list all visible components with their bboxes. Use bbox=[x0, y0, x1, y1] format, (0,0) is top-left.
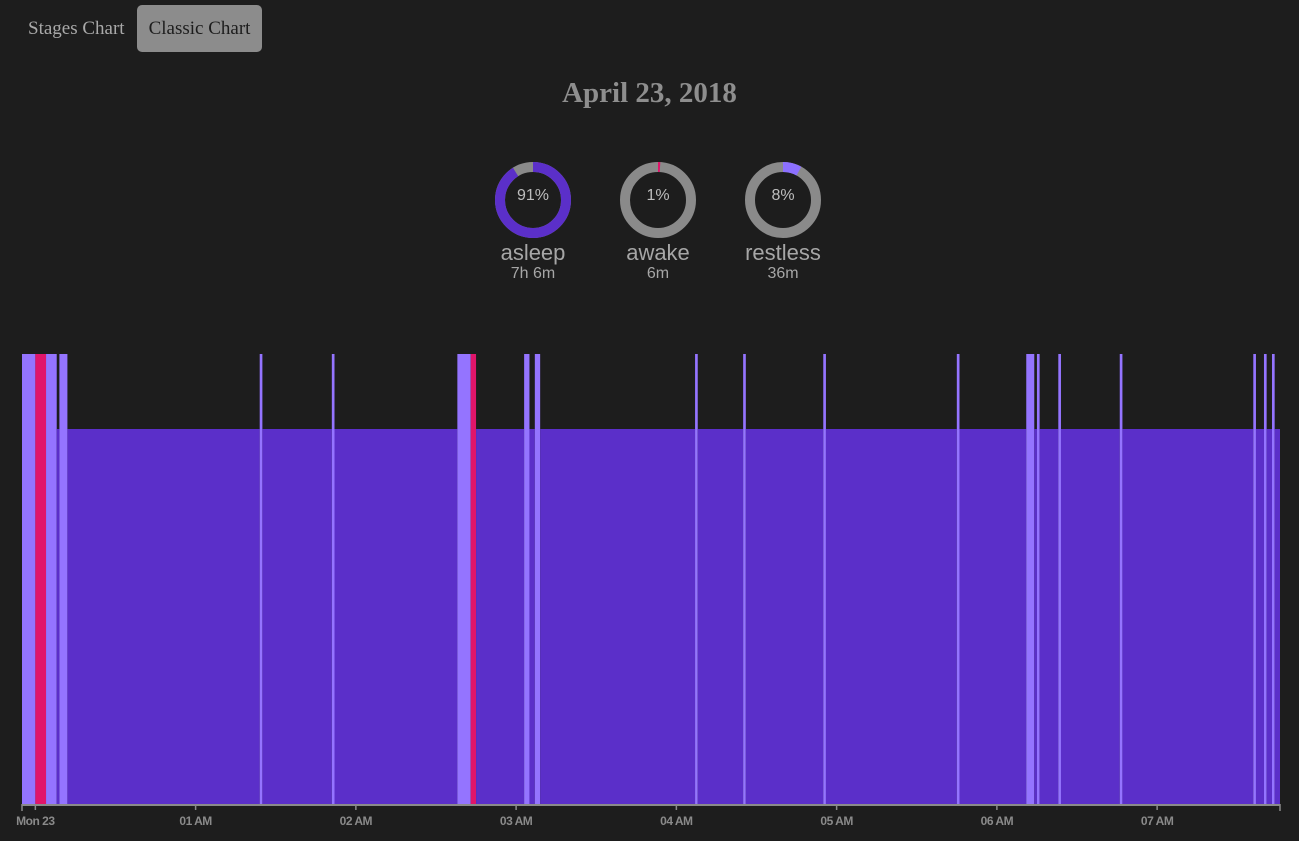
x-tick-label: Mon 23 bbox=[16, 814, 55, 828]
asleep-percent: 91% bbox=[516, 187, 550, 204]
sleep-classic-chart: Mon 23 01 AM 02 AM 03 AM 04 AM 05 AM 06 AM 07 A… bbox=[16, 354, 1281, 828]
segment-asleep bbox=[1039, 429, 1059, 804]
restless-percent: 8% bbox=[771, 187, 795, 204]
stat-asleep: 91% asleep 7h 6m bbox=[463, 160, 603, 283]
segment-asleep bbox=[1274, 429, 1280, 804]
x-tick-label: 05 AM bbox=[820, 814, 853, 828]
x-tick-label: 07 AM bbox=[1141, 814, 1174, 828]
awake-percent: 1% bbox=[646, 187, 670, 204]
segment-restless bbox=[743, 354, 746, 804]
segment-asleep bbox=[1255, 429, 1264, 804]
segment-restless bbox=[331, 354, 335, 804]
segment-asleep bbox=[529, 429, 535, 804]
segment-restless bbox=[259, 354, 263, 804]
segment-asleep bbox=[1122, 429, 1254, 804]
segment-restless bbox=[1271, 354, 1275, 804]
segment-asleep bbox=[959, 429, 1027, 804]
restless-label: restless bbox=[745, 240, 821, 265]
segment-asleep bbox=[1060, 429, 1120, 804]
segment-awake bbox=[35, 354, 47, 804]
segment-restless bbox=[46, 354, 57, 804]
awake-label: awake bbox=[626, 240, 690, 265]
tab-stages-chart[interactable]: Stages Chart bbox=[16, 5, 137, 52]
segment-awake bbox=[470, 354, 477, 804]
segment-restless bbox=[1263, 354, 1267, 804]
segment-asleep bbox=[334, 429, 458, 804]
segment-asleep bbox=[1034, 429, 1037, 804]
asleep-label: asleep bbox=[500, 240, 566, 265]
segment-asleep bbox=[825, 429, 957, 804]
segment-restless bbox=[59, 354, 68, 804]
segment-restless bbox=[524, 354, 530, 804]
chart-type-tabs: Stages Chart Classic Chart bbox=[16, 5, 263, 52]
segment-restless bbox=[956, 354, 960, 804]
awake-duration: 6m bbox=[646, 265, 670, 282]
restless-duration: 36m bbox=[767, 265, 799, 282]
x-tick-label: 04 AM bbox=[660, 814, 693, 828]
segment-asleep bbox=[476, 429, 525, 804]
segment-restless bbox=[695, 354, 698, 804]
segment-restless bbox=[534, 354, 541, 804]
x-tick-label: 02 AM bbox=[340, 814, 373, 828]
segment-restless bbox=[22, 354, 36, 804]
x-tick-label: 01 AM bbox=[179, 814, 212, 828]
x-tick-label: 06 AM bbox=[981, 814, 1014, 828]
segment-asleep bbox=[56, 429, 60, 804]
segment-asleep bbox=[262, 429, 332, 804]
segment-restless bbox=[1253, 354, 1256, 804]
segment-restless bbox=[1119, 354, 1123, 804]
segment-asleep bbox=[697, 429, 744, 804]
segment-restless bbox=[457, 354, 471, 804]
segment-restless bbox=[823, 354, 826, 804]
asleep-duration: 7h 6m bbox=[510, 265, 556, 282]
stat-restless: 8% restless 36m bbox=[713, 160, 853, 283]
segment-restless bbox=[1036, 354, 1040, 804]
page-title: April 23, 2018 bbox=[562, 77, 737, 109]
segment-restless bbox=[1058, 354, 1061, 804]
segment-asleep bbox=[1266, 429, 1272, 804]
stat-awake: 1% awake 6m bbox=[588, 160, 728, 283]
segment-restless bbox=[1026, 354, 1035, 804]
x-tick-label: 03 AM bbox=[500, 814, 533, 828]
segment-asleep bbox=[540, 429, 696, 804]
tab-classic-chart[interactable]: Classic Chart bbox=[136, 5, 263, 52]
segment-asleep bbox=[745, 429, 824, 804]
segment-asleep bbox=[67, 429, 260, 804]
